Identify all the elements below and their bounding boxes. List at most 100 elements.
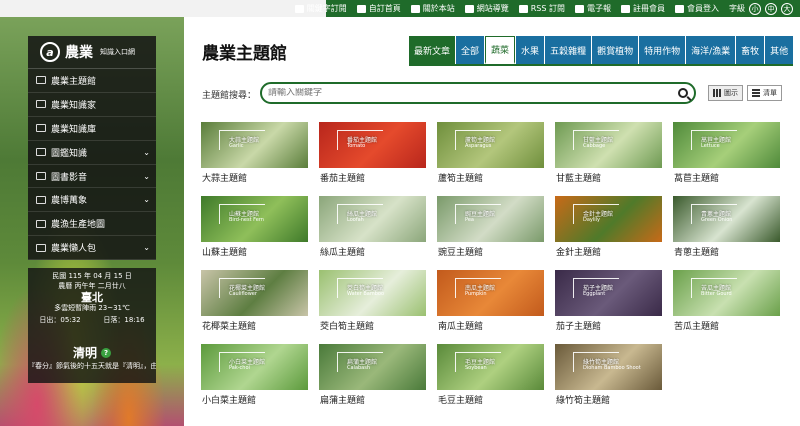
theme-card-caption[interactable]: 絲瓜主題館 [320,245,365,258]
theme-card-image[interactable]: 金針主題館 Daylily [555,196,662,242]
font-size-button[interactable]: 中 [765,2,777,15]
category-tab[interactable]: 特用作物 [639,36,686,64]
theme-card[interactable]: 茄子主題館 Eggplant 茄子主題館 [555,270,662,332]
chevron-down-icon[interactable]: ⌄ [143,243,150,252]
site-logo[interactable]: a 農業 知識入口網 [28,36,156,69]
font-size-button[interactable]: 大 [781,2,793,15]
theme-card-image[interactable]: 茄子主題館 Eggplant [555,270,662,316]
category-tab[interactable]: 觀賞植物 [592,36,639,64]
chevron-down-icon[interactable]: ⌄ [143,195,150,204]
theme-card-image[interactable]: 苦瓜主題館 Bitter Gourd [673,270,780,316]
topbar-link[interactable]: RSS 訂閱 [514,0,570,17]
theme-card-image[interactable]: 豌豆主題館 Pea [437,196,544,242]
theme-card-caption[interactable]: 萵苣主題館 [674,171,719,184]
theme-card-image[interactable]: 絲瓜主題館 Loofah [319,196,426,242]
theme-card-image[interactable]: 甘藍主題館 Cabbage [555,122,662,168]
theme-card-caption[interactable]: 青蔥主題館 [674,245,719,258]
search-icon[interactable] [678,88,688,98]
view-list-button[interactable]: 清單 [747,85,782,101]
theme-card-image[interactable]: 萵苣主題館 Lettuce [673,122,780,168]
topbar-link-label: 電子報 [587,4,611,13]
category-tab[interactable]: 全部 [456,36,485,64]
topbar-link[interactable]: 關鍵字訂閱 [290,0,352,17]
theme-card-image[interactable]: 扁蒲主題館 Calabash [319,344,426,390]
theme-card-image[interactable]: 花椰菜主題館 Cauliflower [201,270,308,316]
view-grid-button[interactable]: 圖示 [708,85,743,101]
font-size-button[interactable]: 小 [749,2,761,15]
theme-card[interactable]: 大蒜主題館 Garlic 大蒜主題館 [201,122,308,184]
sidebar-item[interactable]: 農業主題館 [28,69,156,93]
image-frame-en-label: Green Onion [701,217,733,223]
category-tab[interactable]: 海洋/漁業 [686,36,736,64]
search-input[interactable] [268,88,678,98]
theme-card[interactable]: 金針主題館 Daylily 金針主題館 [555,196,662,258]
sidebar-item[interactable]: 圖鑑知識 ⌄ [28,141,156,165]
theme-card-caption[interactable]: 番茄主題館 [320,171,365,184]
category-tab[interactable]: 其他 [765,36,794,64]
theme-card[interactable]: 花椰菜主題館 Cauliflower 花椰菜主題館 [201,270,308,332]
theme-card-image[interactable]: 綠竹筍主題館 Dioham Bamboo Shoot [555,344,662,390]
theme-card-image[interactable]: 番茄主題館 Tomato [319,122,426,168]
chevron-down-icon[interactable]: ⌄ [143,172,150,181]
sidebar-item[interactable]: 農業知識庫 [28,117,156,141]
theme-card-image[interactable]: 南瓜主題館 Pumpkin [437,270,544,316]
category-tab[interactable]: 畜牧 [736,36,765,64]
topbar-link[interactable]: 註冊會員 [616,0,670,17]
theme-card[interactable]: 小白菜主題館 Pak-choi 小白菜主題館 [201,344,308,406]
sidebar-item[interactable]: 農業懶人包 ⌄ [28,236,156,261]
theme-card-image[interactable]: 山蘇主題館 Bird-nest Fern [201,196,308,242]
category-tab[interactable]: 五穀雜糧 [545,36,592,64]
category-tab[interactable]: 蔬菜 [485,36,516,64]
theme-card[interactable]: 苦瓜主題館 Bitter Gourd 苦瓜主題館 [673,270,780,332]
theme-card-caption[interactable]: 蘆筍主題館 [438,171,483,184]
theme-card-caption[interactable]: 大蒜主題館 [202,171,247,184]
theme-card-image[interactable]: 蘆筍主題館 Asparagus [437,122,544,168]
sidebar-item[interactable]: 圖書影音 ⌄ [28,165,156,189]
theme-card[interactable]: 甘藍主題館 Cabbage 甘藍主題館 [555,122,662,184]
theme-card[interactable]: 蘆筍主題館 Asparagus 蘆筍主題館 [437,122,544,184]
theme-card[interactable]: 萵苣主題館 Lettuce 萵苣主題館 [673,122,780,184]
theme-card[interactable]: 茭白筍主題館 Water Bamboo 茭白筍主題館 [319,270,426,332]
theme-card-image[interactable]: 茭白筍主題館 Water Bamboo [319,270,426,316]
theme-card-caption[interactable]: 山蘇主題館 [202,245,247,258]
theme-card[interactable]: 絲瓜主題館 Loofah 絲瓜主題館 [319,196,426,258]
theme-card-image[interactable]: 小白菜主題館 Pak-choi [201,344,308,390]
help-icon[interactable]: ? [101,347,111,358]
topbar-link[interactable]: 關於本站 [406,0,460,17]
theme-card-caption[interactable]: 苦瓜主題館 [674,319,719,332]
topbar-link[interactable]: 會員登入 [670,0,724,17]
category-tab[interactable]: 水果 [516,36,545,64]
sidebar-item[interactable]: 農博萬象 ⌄ [28,188,156,213]
theme-card-caption[interactable]: 扁蒲主題館 [320,393,365,406]
theme-card-caption[interactable]: 南瓜主題館 [438,319,483,332]
theme-card-image[interactable]: 大蒜主題館 Garlic [201,122,308,168]
theme-card-caption[interactable]: 豌豆主題館 [438,245,483,258]
chevron-down-icon[interactable]: ⌄ [143,148,150,157]
sidebar-item[interactable]: 農漁生產地圖 [28,212,156,237]
topbar-link[interactable]: 網站導覽 [460,0,514,17]
theme-card[interactable]: 豌豆主題館 Pea 豌豆主題館 [437,196,544,258]
theme-card-caption[interactable]: 茭白筍主題館 [320,319,374,332]
theme-card-caption[interactable]: 茄子主題館 [556,319,601,332]
theme-card[interactable]: 毛豆主題館 Soybean 毛豆主題館 [437,344,544,406]
theme-card[interactable]: 青蔥主題館 Green Onion 青蔥主題館 [673,196,780,258]
topbar-link[interactable]: 自訂首頁 [352,0,406,17]
sidebar-item[interactable]: 農業知識家 [28,93,156,117]
topbar-link[interactable]: 電子報 [570,0,616,17]
view-grid-label: 圖示 [724,89,738,97]
theme-card[interactable]: 番茄主題館 Tomato 番茄主題館 [319,122,426,184]
theme-card[interactable]: 綠竹筍主題館 Dioham Bamboo Shoot 綠竹筍主題館 [555,344,662,406]
theme-card-caption[interactable]: 花椰菜主題館 [202,319,256,332]
category-tab[interactable]: 最新文章 [409,36,456,64]
theme-card[interactable]: 山蘇主題館 Bird-nest Fern 山蘇主題館 [201,196,308,258]
theme-card-caption[interactable]: 金針主題館 [556,245,601,258]
theme-card-caption[interactable]: 毛豆主題館 [438,393,483,406]
theme-card-caption[interactable]: 甘藍主題館 [556,171,601,184]
theme-card-caption[interactable]: 綠竹筍主題館 [556,393,610,406]
theme-card-caption[interactable]: 小白菜主題館 [202,393,256,406]
theme-card-image[interactable]: 毛豆主題館 Soybean [437,344,544,390]
theme-card[interactable]: 南瓜主題館 Pumpkin 南瓜主題館 [437,270,544,332]
theme-card-image[interactable]: 青蔥主題館 Green Onion [673,196,780,242]
theme-card[interactable]: 扁蒲主題館 Calabash 扁蒲主題館 [319,344,426,406]
weather-city[interactable]: 臺北 [28,291,156,304]
